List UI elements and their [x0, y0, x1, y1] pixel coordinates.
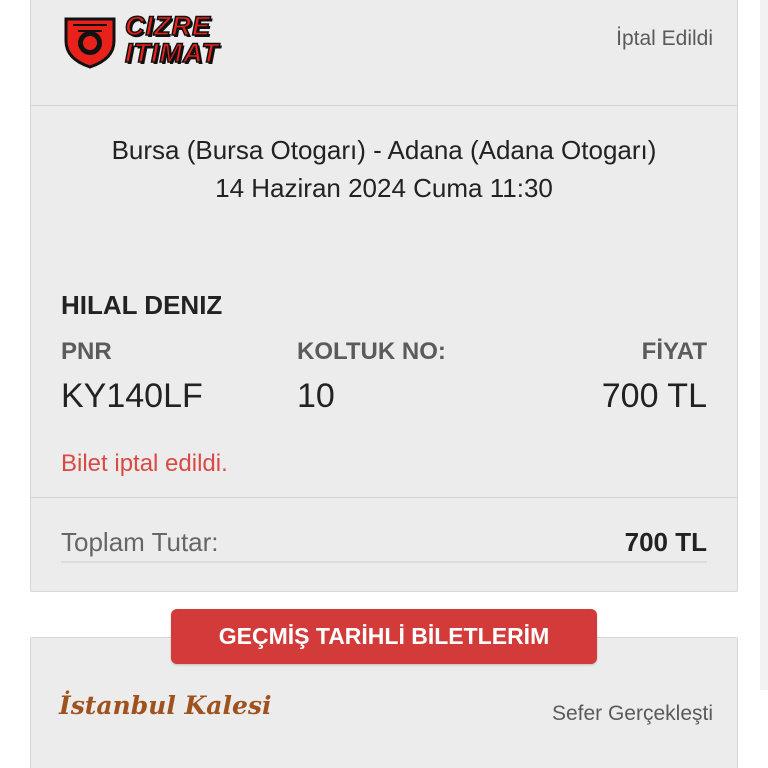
- pnr-label: PNR: [61, 338, 112, 365]
- price-value: 700 TL: [601, 377, 707, 415]
- total-divider: [31, 497, 737, 498]
- company-logo-line1: CIZRE: [124, 11, 211, 41]
- ticket-card[interactable]: CIZRE ITIMAT İptal Edildi Bursa (Bursa O…: [30, 0, 738, 592]
- total-value: 700 TL: [624, 527, 707, 557]
- company-logo-text: CIZRE ITIMAT: [124, 11, 219, 68]
- route: Bursa (Bursa Otogarı) - Adana (Adana Oto…: [111, 135, 657, 165]
- passenger-name: HILAL DENIZ: [61, 290, 223, 320]
- seat-label: KOLTUK NO:: [297, 338, 446, 365]
- departure-datetime: 14 Haziran 2024 Cuma 11:30: [215, 173, 553, 203]
- total-underline: [61, 561, 707, 563]
- ticket-status: İptal Edildi: [616, 27, 713, 50]
- company-logo-line2: ITIMAT: [124, 38, 219, 68]
- company-logo: CIZRE ITIMAT: [61, 11, 219, 69]
- past-tickets-button[interactable]: GEÇMİŞ TARİHLİ BİLETLERİM: [171, 609, 597, 664]
- next-company-logo: İstanbul Kalesi: [59, 691, 272, 720]
- cancel-message: Bilet iptal edildi.: [61, 450, 228, 477]
- scrollbar[interactable]: [760, 0, 768, 690]
- company-badge-icon: [64, 17, 116, 69]
- pnr-value: KY140LF: [61, 377, 203, 415]
- total-label: Toplam Tutar:: [61, 527, 219, 557]
- seat-value: 10: [297, 377, 335, 415]
- price-label: FİYAT: [641, 338, 707, 365]
- header-divider: [31, 105, 737, 106]
- next-ticket-status: Sefer Gerçekleşti: [551, 702, 713, 725]
